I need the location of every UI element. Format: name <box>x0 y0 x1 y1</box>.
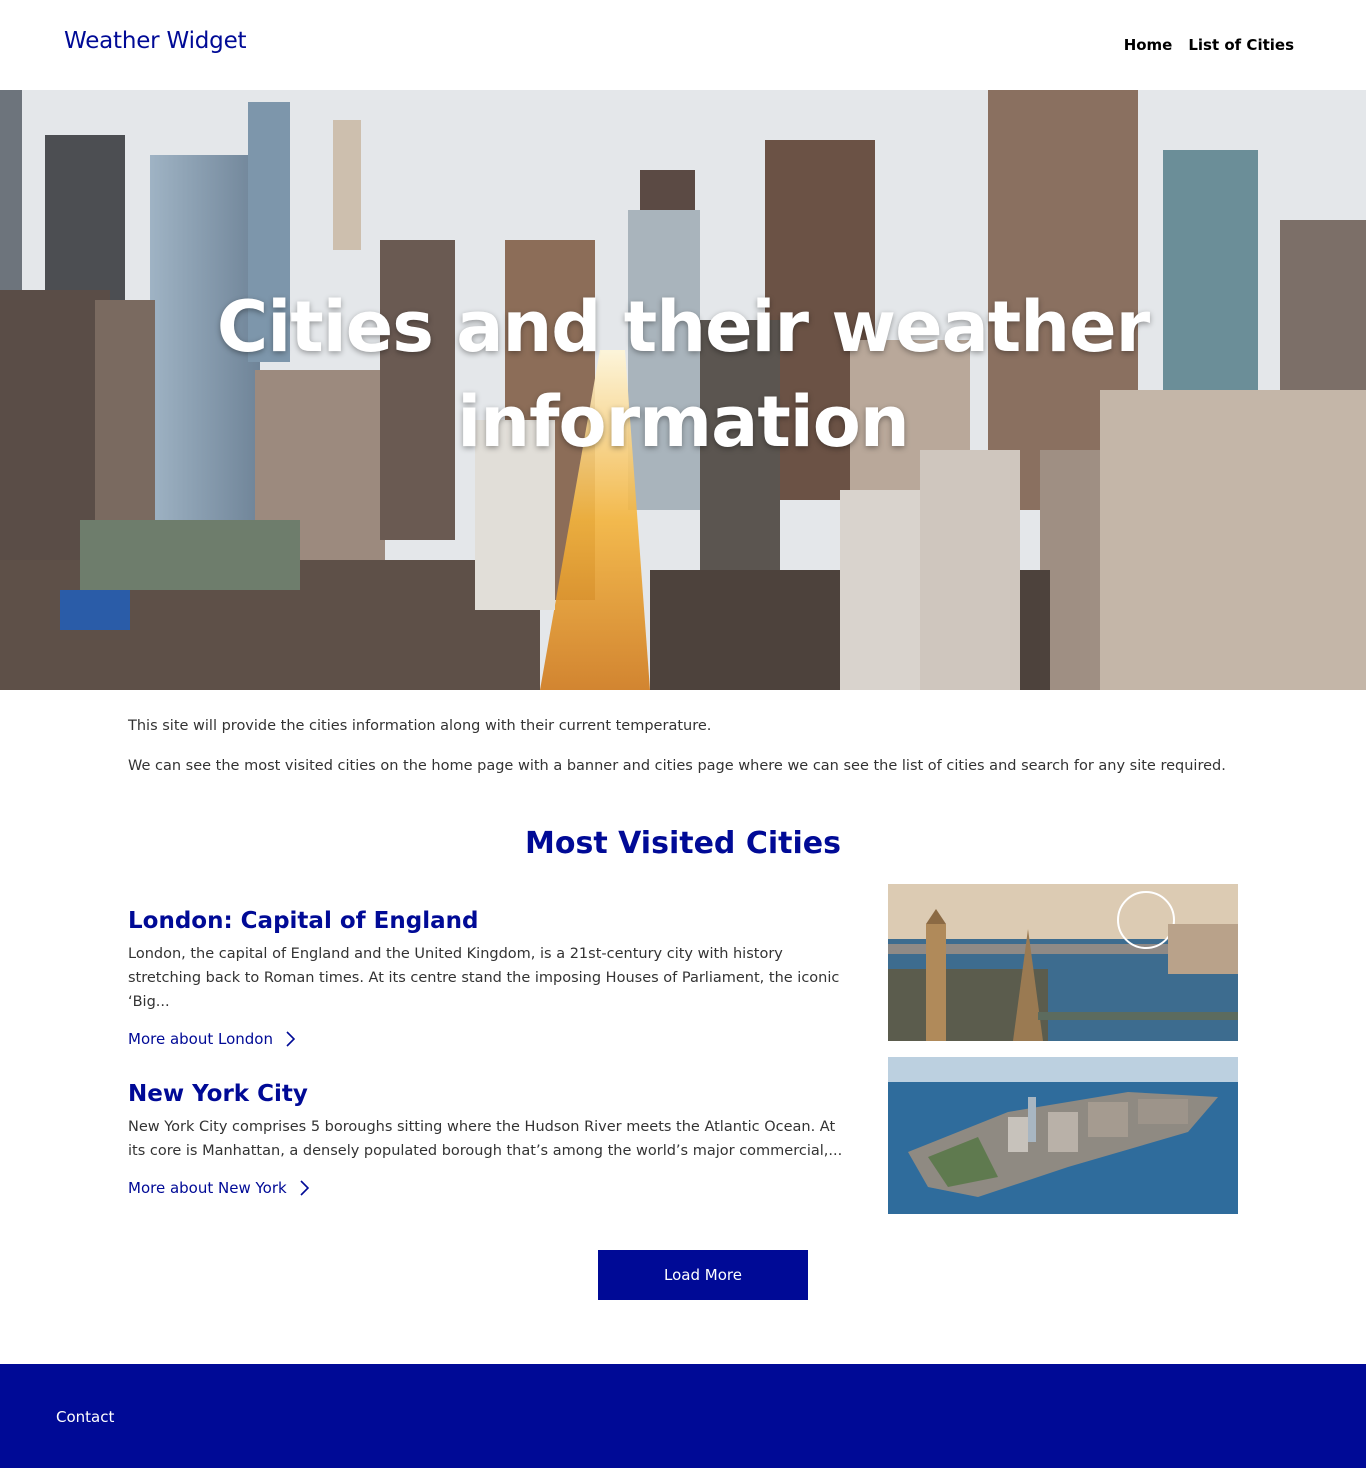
hero-banner: Cities and their weather information <box>0 90 1366 690</box>
city-card-london: London: Capital of England London, the c… <box>128 884 1238 1048</box>
load-more-button[interactable]: Load More <box>598 1250 808 1300</box>
city-link-label: More about New York <box>128 1179 287 1197</box>
intro-paragraph-1: This site will provide the cities inform… <box>128 718 712 734</box>
city-link-label: More about London <box>128 1030 273 1048</box>
nav-home[interactable]: Home <box>1124 36 1173 54</box>
city-title[interactable]: New York City <box>128 1081 848 1107</box>
more-about-london-link[interactable]: More about London <box>128 1030 295 1048</box>
chevron-right-icon <box>286 1031 295 1047</box>
main-nav: Home List of Cities <box>1124 36 1294 54</box>
footer-contact-link[interactable]: Contact <box>56 1408 114 1426</box>
city-description: London, the capital of England and the U… <box>128 946 840 1010</box>
chevron-right-icon <box>300 1180 309 1196</box>
hero-title: Cities and their weather information <box>0 280 1366 470</box>
intro-paragraph-2: We can see the most visited cities on th… <box>128 758 1226 774</box>
city-text: London: Capital of England London, the c… <box>128 908 848 1048</box>
city-text: New York City New York City comprises 5 … <box>128 1081 848 1197</box>
section-title: Most Visited Cities <box>525 826 841 861</box>
site-header: Weather Widget Home List of Cities <box>0 0 1366 90</box>
hero-title-line-2: information <box>457 381 909 463</box>
city-description: New York City comprises 5 boroughs sitti… <box>128 1119 843 1159</box>
nav-list-of-cities[interactable]: List of Cities <box>1188 36 1294 54</box>
more-about-new-york-link[interactable]: More about New York <box>128 1179 309 1197</box>
new-york-image <box>888 1057 1238 1214</box>
site-logo[interactable]: Weather Widget <box>64 28 247 54</box>
city-title[interactable]: London: Capital of England <box>128 908 848 934</box>
intro-section: This site will provide the cities inform… <box>128 716 1238 796</box>
site-footer: Contact <box>0 1364 1366 1468</box>
hero-title-line-1: Cities and their weather <box>216 286 1150 368</box>
city-card-new-york: New York City New York City comprises 5 … <box>128 1057 1238 1214</box>
london-image <box>888 884 1238 1041</box>
